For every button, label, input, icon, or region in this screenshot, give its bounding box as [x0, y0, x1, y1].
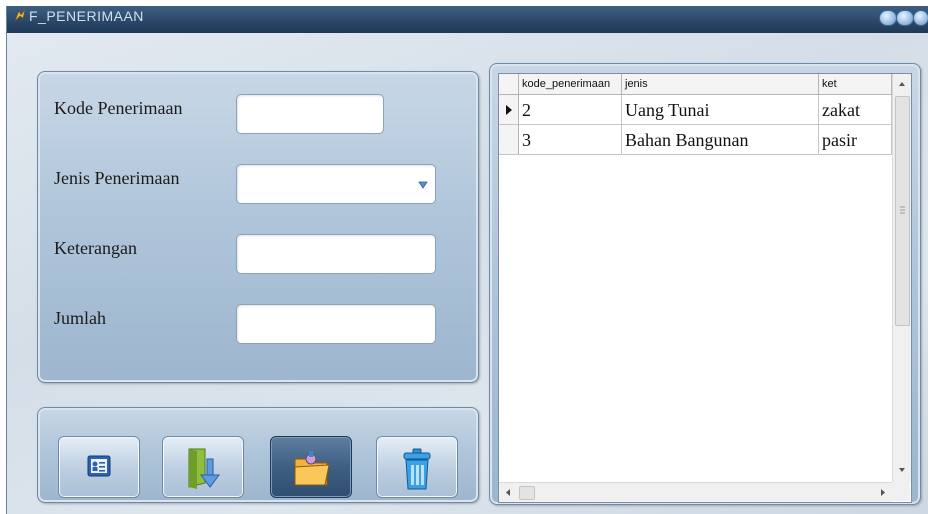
column-header-ket[interactable]: ket: [819, 74, 892, 95]
save-button[interactable]: [162, 436, 244, 498]
open-folder-button[interactable]: [270, 436, 352, 498]
grid-panel: kode_penerimaan jenis ket 2 Uang Tunai z…: [489, 63, 921, 505]
form-client-area: Kode Penerimaan Jenis Penerimaan Keteran…: [7, 33, 928, 514]
cell-kode[interactable]: 2: [519, 95, 622, 125]
scroll-right-icon[interactable]: [874, 483, 892, 502]
keterangan-input[interactable]: [237, 235, 435, 273]
close-button[interactable]: [913, 10, 928, 26]
jumlah-input[interactable]: [237, 305, 435, 343]
app-window: F_PENERIMAAN Kode Penerimaan Jenis Pener…: [6, 6, 928, 514]
chevron-down-icon[interactable]: [417, 179, 429, 191]
scrollbar-corner: [892, 482, 910, 501]
jenis-penerimaan-dropdown[interactable]: [236, 164, 436, 204]
maximize-button[interactable]: [896, 10, 914, 26]
trash-icon: [403, 448, 431, 490]
column-header-kode-penerimaan[interactable]: kode_penerimaan: [519, 74, 622, 95]
grip-icon: [900, 206, 905, 214]
minimize-button[interactable]: [879, 10, 897, 26]
scroll-left-icon[interactable]: [499, 483, 517, 502]
kode-penerimaan-label: Kode Penerimaan: [54, 98, 183, 118]
keterangan-label: Keterangan: [54, 238, 137, 258]
new-record-button[interactable]: [58, 436, 140, 498]
kode-penerimaan-input[interactable]: [237, 95, 383, 133]
vertical-scrollbar[interactable]: [892, 74, 911, 482]
horizontal-scroll-thumb[interactable]: [519, 486, 535, 500]
kode-penerimaan-field[interactable]: [236, 94, 384, 134]
jenis-penerimaan-label: Jenis Penerimaan: [54, 168, 180, 188]
column-header-jenis[interactable]: jenis: [622, 74, 819, 95]
grid-corner-header: [499, 74, 519, 95]
cell-ket[interactable]: zakat: [819, 95, 892, 125]
keterangan-field[interactable]: [236, 234, 436, 274]
scroll-up-icon[interactable]: [893, 74, 911, 94]
input-panel: Kode Penerimaan Jenis Penerimaan Keteran…: [37, 71, 479, 383]
title-bar[interactable]: F_PENERIMAAN: [7, 6, 928, 33]
save-download-icon: [188, 448, 220, 489]
horizontal-scrollbar[interactable]: [499, 482, 892, 502]
vertical-scroll-thumb[interactable]: [895, 96, 910, 326]
cell-jenis[interactable]: Uang Tunai: [622, 95, 819, 125]
row-pointer-icon: [506, 105, 512, 115]
button-panel: [37, 407, 479, 503]
current-row-indicator: [499, 95, 519, 125]
app-icon: [14, 9, 26, 22]
folder-icon: [294, 451, 330, 486]
row-indicator: [499, 125, 519, 155]
cell-kode[interactable]: 3: [519, 125, 622, 155]
jumlah-field[interactable]: [236, 304, 436, 344]
id-card-icon: [87, 455, 111, 477]
scroll-down-icon[interactable]: [893, 460, 911, 480]
window-title: F_PENERIMAAN: [29, 8, 144, 24]
cell-ket[interactable]: pasir: [819, 125, 892, 155]
jumlah-label: Jumlah: [54, 308, 106, 328]
cell-jenis[interactable]: Bahan Bangunan: [622, 125, 819, 155]
delete-button[interactable]: [376, 436, 458, 498]
data-grid[interactable]: kode_penerimaan jenis ket 2 Uang Tunai z…: [498, 73, 912, 503]
